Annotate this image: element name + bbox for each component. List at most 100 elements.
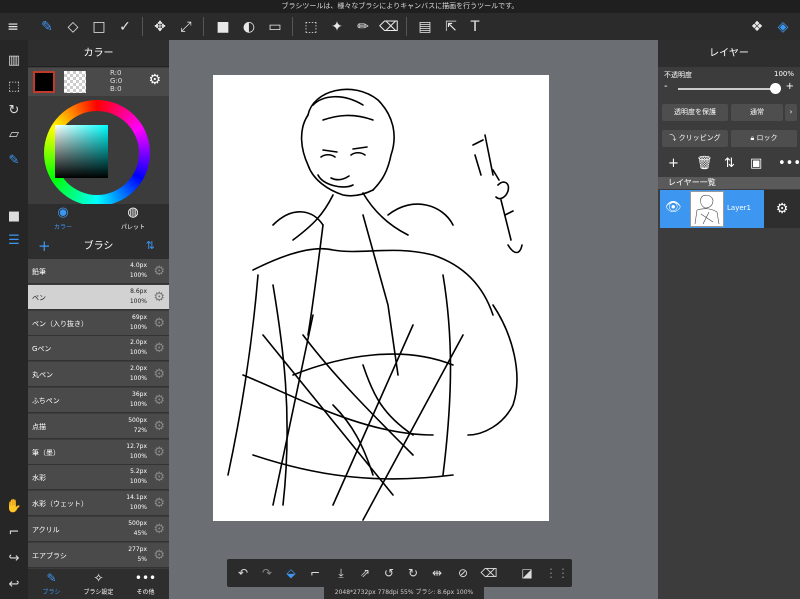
- fullscreen-icon[interactable]: ◪: [517, 563, 537, 583]
- layer-row[interactable]: 👁︎ Layer1 ⚙: [660, 190, 800, 228]
- eye-icon[interactable]: 👁︎: [665, 200, 682, 215]
- select-rect-icon[interactable]: ⬚: [298, 13, 324, 40]
- brush-row[interactable]: 筆（墨） 12.7px 100% ⚙: [28, 439, 169, 465]
- clipping-button[interactable]: ⤵ クリッピング: [662, 130, 728, 147]
- brush-tool-icon[interactable]: ✎: [34, 13, 60, 40]
- protect-alpha-button[interactable]: 透明度を保護: [662, 104, 728, 121]
- rotate-left-icon[interactable]: ↺: [379, 563, 399, 583]
- layer-panel-title: レイヤー: [658, 40, 800, 67]
- snap-icon[interactable]: ✎: [2, 148, 26, 172]
- pages-icon[interactable]: ▥: [2, 48, 26, 72]
- brush-row[interactable]: 水彩 5.2px 100% ⚙: [28, 465, 169, 491]
- select-transform-icon[interactable]: ⬙: [281, 563, 301, 583]
- saturation-square[interactable]: [55, 125, 108, 178]
- undo-icon[interactable]: ↶: [233, 563, 253, 583]
- brush-list-icon[interactable]: ☰: [2, 228, 26, 252]
- grip-icon[interactable]: ⋮⋮: [545, 563, 569, 583]
- eraser-tool-icon[interactable]: ◇: [60, 13, 86, 40]
- select-eraser-icon[interactable]: ⌫: [376, 13, 402, 40]
- save-icon[interactable]: ⤓: [331, 563, 351, 583]
- transform-tool-icon[interactable]: ⤢: [173, 13, 199, 40]
- magic-wand-icon[interactable]: ✦: [324, 13, 350, 40]
- brush-row[interactable]: 水彩（ウェット） 14.1px 100% ⚙: [28, 491, 169, 517]
- brush-gear-icon[interactable]: ⚙: [153, 445, 165, 460]
- brush-gear-icon[interactable]: ⚙: [153, 522, 165, 537]
- add-layer-icon[interactable]: +: [668, 156, 679, 171]
- tab-other[interactable]: ••• その他: [122, 569, 169, 599]
- trash-icon[interactable]: 🗑︎: [696, 156, 713, 171]
- main-color-swatch[interactable]: [33, 71, 55, 93]
- brush-row[interactable]: Gペン 2.0px 100% ⚙: [28, 336, 169, 362]
- undo-side-icon[interactable]: ↩: [2, 572, 26, 596]
- shape-tool-icon[interactable]: □: [86, 13, 112, 40]
- blend-mode-button[interactable]: 通常: [731, 104, 783, 121]
- rotate-icon[interactable]: ↻: [2, 98, 26, 122]
- fill-color-icon[interactable]: ■: [210, 13, 236, 40]
- brush-gear-icon[interactable]: ⚙: [153, 548, 165, 563]
- select-icon[interactable]: ⬚: [2, 74, 26, 98]
- brush-row[interactable]: ふちペン 36px 100% ⚙: [28, 388, 169, 413]
- rotate-right-icon[interactable]: ↻: [403, 563, 423, 583]
- brush-row[interactable]: 点描 500px 72% ⚙: [28, 413, 169, 439]
- eyedropper-bottom-icon[interactable]: ⌐: [305, 563, 325, 583]
- bucket-tool-icon[interactable]: ◐: [236, 13, 262, 40]
- canvas-area[interactable]: ↶ ↷ ⬙ ⌐ ⤓ ⇗ ↺ ↻ ⇹ ⊘ ⌫ ◪ ⋮⋮ 2048*2732px 7…: [169, 40, 658, 599]
- brush-name: アクリル: [32, 526, 60, 534]
- redo-icon[interactable]: ↷: [257, 563, 277, 583]
- brush-gear-icon[interactable]: ⚙: [153, 316, 165, 331]
- ruler-icon[interactable]: ▱: [2, 122, 26, 146]
- brush-gear-icon[interactable]: ⚙: [153, 470, 165, 485]
- brush-row[interactable]: 丸ペン 2.0px 100% ⚙: [28, 362, 169, 388]
- export-icon[interactable]: ⇗: [355, 563, 375, 583]
- brush-gear-icon[interactable]: ⚙: [153, 393, 165, 408]
- layer-settings-gear-icon[interactable]: ⚙: [764, 190, 800, 228]
- layers-icon[interactable]: ◈: [770, 13, 796, 40]
- tab-color[interactable]: ◉ カラー: [28, 204, 98, 234]
- opacity-slider-knob[interactable]: [770, 83, 781, 94]
- clear-icon[interactable]: ⌫: [479, 563, 499, 583]
- brush-gear-icon[interactable]: ⚙: [153, 264, 165, 279]
- chevron-right-icon[interactable]: ›: [785, 104, 797, 121]
- brush-row[interactable]: ペン 8.6px 100% ⚙: [28, 284, 169, 310]
- brush-gear-icon[interactable]: ⚙: [153, 496, 165, 511]
- operation-tool-icon[interactable]: ⇱: [438, 13, 464, 40]
- hand-icon[interactable]: ✋: [2, 494, 26, 518]
- brush-gear-icon[interactable]: ⚙: [153, 419, 165, 434]
- brush-row[interactable]: エアブラシ 277px 5% ⚙: [28, 542, 169, 568]
- move-tool-icon[interactable]: ✥: [147, 13, 173, 40]
- lasso-fill-icon[interactable]: ✓: [112, 13, 138, 40]
- lock-button[interactable]: 🔒︎ ロック: [731, 130, 797, 147]
- brush-gear-icon[interactable]: ⚙: [153, 341, 165, 356]
- flip-icon[interactable]: ⇹: [427, 563, 447, 583]
- tab-palette[interactable]: ◍ パレット: [98, 204, 168, 234]
- reset-rotation-icon[interactable]: ⊘: [453, 563, 473, 583]
- opacity-minus[interactable]: -: [664, 81, 668, 92]
- color-toggle-icon[interactable]: ■: [2, 204, 26, 228]
- brush-row[interactable]: ペン（入り抜き） 69px 100% ⚙: [28, 310, 169, 336]
- brush-gear-icon[interactable]: ⚙: [153, 367, 165, 382]
- tab-brush-settings[interactable]: ✧ ブラシ設定: [75, 569, 122, 599]
- brush-row[interactable]: 鉛筆 4.0px 100% ⚙: [28, 259, 169, 284]
- gradient-tool-icon[interactable]: ▭: [262, 13, 288, 40]
- brush-row[interactable]: アクリル 500px 45% ⚙: [28, 517, 169, 542]
- materials-icon[interactable]: ❖: [744, 13, 770, 40]
- brush-gear-icon[interactable]: ⚙: [153, 290, 165, 305]
- text-tool-icon[interactable]: T: [462, 13, 488, 40]
- opacity-slider[interactable]: [678, 88, 778, 90]
- sub-color-swatch[interactable]: [64, 71, 86, 93]
- menu-icon[interactable]: ≡: [0, 13, 26, 40]
- opacity-plus[interactable]: +: [786, 81, 794, 92]
- tab-brush[interactable]: ✎ ブラシ: [28, 569, 75, 599]
- layer-order-icon[interactable]: ⇅: [724, 156, 735, 171]
- top-toolbar: ブラシツールは、様々なブラシによりキャンバスに描画を行うツールです。 ≡ ✎ ◇…: [0, 0, 800, 40]
- drawing-canvas[interactable]: [213, 75, 549, 521]
- add-image-icon[interactable]: ▣: [750, 156, 762, 171]
- layer-more-icon[interactable]: •••: [778, 156, 800, 171]
- redo-side-icon[interactable]: ↪: [2, 546, 26, 570]
- color-settings-gear-icon[interactable]: ⚙: [148, 72, 161, 88]
- eyedropper-icon[interactable]: ⌐: [2, 520, 26, 544]
- sort-icon[interactable]: ⇅: [146, 239, 155, 252]
- select-pen-icon[interactable]: ✏: [350, 13, 376, 40]
- layer-panel: レイヤー 不透明度 100% - + 透明度を保護 通常 › ⤵ クリッピング …: [658, 40, 800, 599]
- frame-tool-icon[interactable]: ▤: [412, 13, 438, 40]
